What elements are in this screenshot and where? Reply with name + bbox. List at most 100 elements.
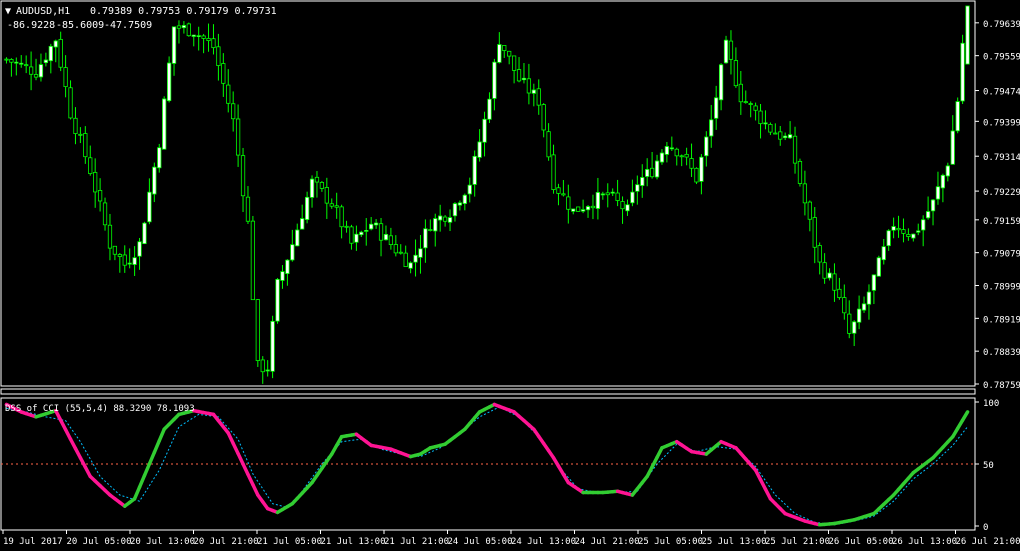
candle-body <box>477 141 482 158</box>
candle-body <box>28 66 34 75</box>
candle-body <box>590 205 596 209</box>
candle-body <box>925 211 931 219</box>
candle-body <box>694 167 699 183</box>
candle-body <box>704 136 709 157</box>
candle-body <box>127 262 132 265</box>
candle-body <box>369 223 374 230</box>
candle-body <box>935 186 941 200</box>
candle-body <box>117 254 122 257</box>
candle-body <box>132 257 137 265</box>
time-tick-label: 21 Jul 21:00 <box>384 537 449 547</box>
candle-body <box>792 135 798 164</box>
candle-body <box>817 245 822 263</box>
candle-body <box>531 89 536 94</box>
time-tick-label: 25 Jul 21:00 <box>765 537 830 547</box>
candle-body <box>689 158 694 169</box>
price-tick-label: 0.79399 <box>983 118 1020 128</box>
candle-body <box>758 110 763 125</box>
candle-body <box>334 205 339 208</box>
candle <box>275 278 280 324</box>
candle-body <box>832 273 837 291</box>
candle-body <box>640 177 645 186</box>
candle-body <box>245 196 251 222</box>
candle-body <box>827 272 832 279</box>
candle-body <box>33 74 39 78</box>
candle-body <box>201 35 206 39</box>
candle-body <box>295 229 300 247</box>
candle-body <box>393 244 398 254</box>
candle-body <box>9 59 14 63</box>
candle-body <box>714 97 719 119</box>
candle-body <box>403 252 408 268</box>
time-tick-label: 21 Jul 13:00 <box>321 537 386 547</box>
candle-body <box>645 169 650 177</box>
candle-body <box>19 62 24 65</box>
candle-body <box>83 133 88 158</box>
candle-body <box>778 131 783 140</box>
candle-body <box>344 225 349 228</box>
candle-body <box>162 98 167 150</box>
candle-body <box>73 117 78 134</box>
candle-body <box>418 248 423 258</box>
candle-body <box>438 215 443 221</box>
candle-body <box>255 299 260 361</box>
candle-body <box>807 201 812 220</box>
candle-body <box>63 67 68 88</box>
candle-body <box>235 118 241 156</box>
candle-body <box>507 50 512 57</box>
candle <box>250 215 256 301</box>
time-tick-label: 24 Jul 13:00 <box>511 537 576 547</box>
candle-body <box>497 44 502 63</box>
candle-body <box>600 193 605 196</box>
candle-body <box>502 45 507 51</box>
candle-body <box>280 271 285 281</box>
candle <box>186 22 191 37</box>
candle-body <box>457 202 463 206</box>
time-tick-label: 20 Jul 13:00 <box>130 537 195 547</box>
indicator-label: DSS of CCI (55,5,4) 88.3290 78.1093 <box>5 404 195 414</box>
candle-body <box>442 216 448 222</box>
candle-body <box>462 194 467 204</box>
candle <box>162 96 167 150</box>
candle-body <box>107 224 113 249</box>
candle-body <box>68 87 73 119</box>
time-tick-label: 24 Jul 05:00 <box>448 537 513 547</box>
candle <box>955 97 960 134</box>
candle-body <box>447 217 453 223</box>
candle-body <box>487 98 492 120</box>
price-tick-label: 0.79474 <box>983 88 1020 98</box>
candle-body <box>186 23 191 37</box>
candle-body <box>97 190 103 202</box>
indicator-tick-label: 50 <box>983 461 994 471</box>
candle-body <box>610 191 615 194</box>
collapse-triangle-icon[interactable]: ▼ <box>5 6 11 17</box>
candle-body <box>452 203 458 217</box>
candle-body <box>728 40 734 60</box>
candle-body <box>482 118 487 143</box>
candle-body <box>329 203 334 207</box>
candle-body <box>940 174 946 189</box>
time-tick-label: 20 Jul 21:00 <box>194 537 259 547</box>
time-tick-label: 19 Jul 2017 <box>3 537 63 547</box>
candle <box>694 167 699 185</box>
candle-body <box>866 291 872 305</box>
time-tick-label: 25 Jul 05:00 <box>638 537 703 547</box>
price-tick-label: 0.79159 <box>983 217 1020 227</box>
candle-body <box>433 218 438 232</box>
candle-body <box>122 254 127 266</box>
candle-body <box>620 201 625 210</box>
candle-body <box>551 154 556 191</box>
candle-body <box>768 124 773 133</box>
candle-body <box>428 229 433 231</box>
time-tick-label: 25 Jul 13:00 <box>702 537 767 547</box>
candle-body <box>916 230 921 233</box>
candle-body <box>492 61 497 99</box>
candle-body <box>783 135 788 139</box>
indicator-tick-label: 100 <box>983 399 999 409</box>
candle-body <box>664 146 670 155</box>
candle-body <box>354 233 359 243</box>
candle-body <box>580 209 586 212</box>
price-tick-label: 0.79559 <box>983 53 1020 63</box>
candle-body <box>960 42 965 102</box>
candle-body <box>881 246 886 261</box>
